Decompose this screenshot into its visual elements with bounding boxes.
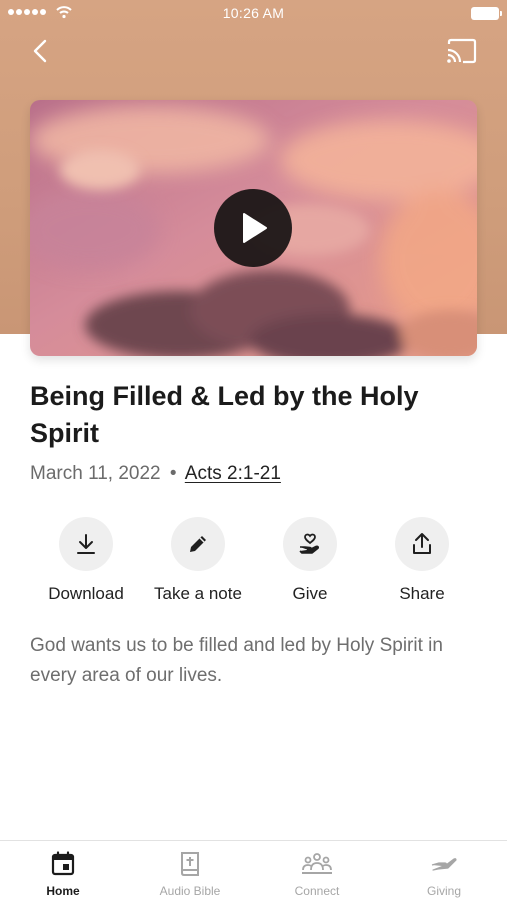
status-time: 10:26 AM [222, 5, 285, 21]
take-note-button-circle[interactable] [171, 517, 225, 571]
people-icon [302, 853, 332, 874]
tab-audio-bible[interactable]: Audio Bible [127, 841, 253, 900]
calendar-icon [51, 851, 75, 876]
tab-home-label: Home [46, 884, 80, 898]
give-button[interactable]: Give [250, 517, 370, 604]
play-button[interactable] [214, 189, 292, 267]
scripture-link[interactable]: Acts 2:1-21 [185, 463, 281, 484]
tab-connect-label: Connect [294, 884, 340, 898]
share-button-circle[interactable] [395, 517, 449, 571]
share-button[interactable]: Share [362, 517, 482, 604]
download-icon [77, 534, 95, 554]
tab-giving[interactable]: Giving [381, 841, 507, 900]
share-icon [413, 533, 431, 554]
giving-hand-icon [431, 858, 457, 871]
give-button-circle[interactable] [283, 517, 337, 571]
sermon-date: March 11, 2022 [30, 463, 161, 484]
sermon-description: God wants us to be filled and led by Hol… [30, 635, 443, 686]
tab-audio-bible-label: Audio Bible [159, 884, 221, 898]
hand-heart-icon [299, 533, 320, 554]
bottom-tab-bar: Home Audio Bible Connect Giving [0, 840, 507, 900]
bible-icon [181, 852, 199, 876]
take-note-label: Take a note [154, 584, 242, 603]
meta-separator: • [169, 463, 177, 484]
download-button-circle[interactable] [59, 517, 113, 571]
action-row: Download Take a note Give Share [26, 517, 486, 609]
download-label: Download [48, 584, 124, 603]
sermon-meta: March 11, 2022 • Acts 2:1-21 [30, 463, 281, 485]
sermon-video-player[interactable] [30, 100, 477, 356]
chevron-left-icon [33, 39, 47, 63]
battery-icon [471, 7, 502, 20]
pencil-icon [190, 536, 206, 552]
sermon-title: Being Filled & Led by the Holy Spirit [30, 381, 419, 448]
back-button[interactable] [26, 36, 56, 66]
tab-home[interactable]: Home [0, 841, 126, 900]
status-bar: 10:26 AM [0, 0, 507, 28]
take-note-button[interactable]: Take a note [138, 517, 258, 604]
cast-button[interactable] [445, 38, 477, 66]
play-icon [243, 213, 267, 243]
share-label: Share [399, 584, 445, 603]
tab-connect[interactable]: Connect [254, 841, 380, 900]
tab-giving-label: Giving [426, 884, 461, 898]
give-label: Give [292, 584, 328, 603]
download-button[interactable]: Download [26, 517, 146, 604]
cast-icon [447, 38, 477, 64]
